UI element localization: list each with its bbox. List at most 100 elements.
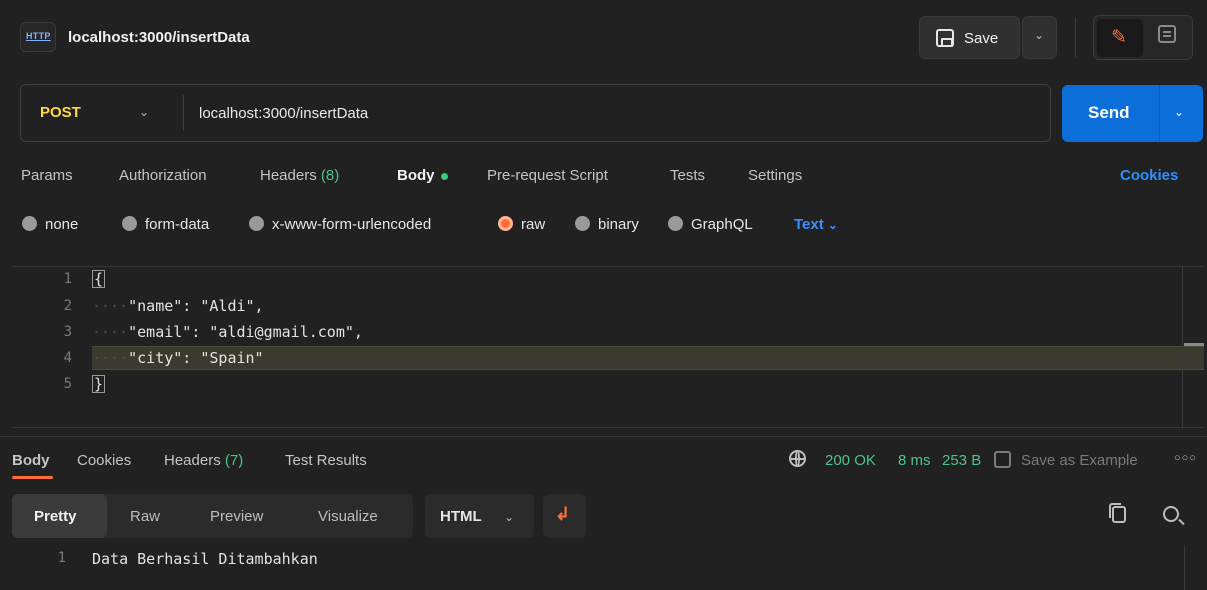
more-options-icon[interactable]: ○○○ [1174,452,1197,464]
save-button[interactable]: Save [919,16,1020,59]
copy-icon[interactable] [1109,503,1126,523]
radio-label: binary [598,216,639,233]
response-tab-test-results[interactable]: Test Results [285,452,367,469]
headers-count: (7) [224,452,244,469]
code-line[interactable]: ····"city": "Spain" [92,349,264,367]
radio-label: none [45,216,79,233]
radio-icon [575,216,590,231]
pencil-icon: ✎ [1111,27,1127,48]
tab-headers-label: Headers [260,167,317,184]
modified-dot [440,172,448,180]
line-number: 2 [63,298,72,314]
line-number: 1 [57,550,66,566]
chevron-down-icon[interactable]: ⌄ [1174,105,1184,119]
send-label: Send [1088,103,1130,122]
response-tab-headers[interactable]: Headers (7) [164,452,243,469]
cookies-link[interactable]: Cookies [1120,167,1178,184]
code-line[interactable]: } [92,375,106,393]
radio-icon [668,216,683,231]
radio-selected-icon [498,216,513,231]
response-scrollbar[interactable] [1184,545,1185,590]
radio-none[interactable]: none [22,216,78,233]
send-button[interactable]: Send ⌄ [1062,85,1203,142]
chevron-down-icon: ⌄ [1034,28,1045,42]
tab-headers-label: Headers [164,452,221,469]
chevron-down-icon[interactable]: ⌄ [139,105,149,119]
comments-icon[interactable] [1158,25,1176,43]
code-text: { [92,270,106,288]
request-title[interactable]: localhost:3000/insertData [68,29,250,46]
save-icon [936,29,954,47]
radio-label: raw [521,216,546,233]
tab-prerequest-script[interactable]: Pre-request Script [487,167,608,184]
url-input[interactable]: localhost:3000/insertData [199,105,368,122]
save-label: Save [964,30,999,47]
tab-settings[interactable]: Settings [748,167,802,184]
scrollbar-thumb[interactable] [1184,343,1204,346]
active-tab-indicator [12,476,53,479]
whitespace-marker: ···· [92,297,129,315]
divider [1159,85,1160,142]
method-select[interactable]: POST [40,104,81,121]
view-tab-preview[interactable]: Preview [210,508,263,525]
tab-body[interactable]: Body [397,167,448,184]
save-icon [994,451,1011,468]
radio-icon [249,216,264,231]
http-badge-label: HTTP [26,31,51,41]
headers-count: (8) [320,167,340,184]
tab-headers[interactable]: Headers (8) [260,167,339,184]
chevron-down-icon: ⌄ [504,510,515,524]
code-line[interactable]: ····"email": "aldi@gmail.com", [92,323,363,341]
response-tab-body[interactable]: Body [12,452,50,469]
code-text: "name": "Aldi", [128,297,264,315]
globe-icon[interactable] [789,450,806,467]
code-line[interactable]: { [92,270,106,288]
view-tab-raw[interactable]: Raw [130,508,160,525]
view-tab-pretty[interactable]: Pretty [34,508,77,525]
line-number: 5 [63,376,72,392]
http-request-icon: HTTP [20,22,56,52]
wrap-icon: ↲ [555,504,571,524]
url-bar [20,84,1051,142]
whitespace-marker: ···· [92,323,129,341]
radio-raw[interactable]: raw [498,216,545,233]
response-tab-cookies[interactable]: Cookies [77,452,131,469]
edit-mode-button[interactable]: ✎ [1097,19,1143,57]
line-number: 3 [63,324,72,340]
radio-binary[interactable]: binary [575,216,639,233]
radio-label: form-data [145,216,210,233]
line-number: 4 [63,350,72,366]
code-text: "city": "Spain" [128,349,264,367]
save-options-dropdown[interactable]: ⌄ [1022,16,1057,59]
tab-params[interactable]: Params [21,167,73,184]
code-line[interactable]: ····"name": "Aldi", [92,297,264,315]
editor-scrollbar[interactable] [1182,266,1183,428]
response-format-dropdown[interactable]: HTML ⌄ [425,494,534,538]
divider [183,95,184,131]
response-body-text: Data Berhasil Ditambahkan [92,550,318,568]
tab-tests[interactable]: Tests [670,167,705,184]
radio-urlencoded[interactable]: x-www-form-urlencoded [249,216,431,233]
radio-form-data[interactable]: form-data [122,216,209,233]
radio-graphql[interactable]: GraphQL [668,216,753,233]
search-icon[interactable] [1163,506,1179,522]
radio-icon [122,216,137,231]
wrap-lines-button[interactable]: ↲ [543,494,586,538]
tab-authorization[interactable]: Authorization [119,167,207,184]
code-text: } [92,375,106,393]
response-size[interactable]: 253 B [942,452,981,469]
line-number: 1 [63,271,72,287]
radio-label: GraphQL [691,216,753,233]
divider [0,436,1207,437]
divider [1075,18,1076,58]
status-code[interactable]: 200 OK [825,452,876,469]
save-as-example-button[interactable]: Save as Example [1021,452,1138,469]
raw-type-label: Text [794,216,824,233]
view-tab-visualize[interactable]: Visualize [318,508,378,525]
raw-type-dropdown[interactable]: Text ⌄ [794,216,838,233]
chevron-down-icon: ⌄ [827,218,838,232]
tab-body-label: Body [397,167,435,184]
whitespace-marker: ···· [92,349,129,367]
response-time[interactable]: 8 ms [898,452,931,469]
code-text: "email": "aldi@gmail.com", [128,323,363,341]
